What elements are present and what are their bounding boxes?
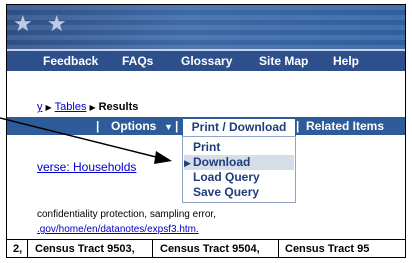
callout-pointer-arrow-icon	[0, 117, 172, 164]
